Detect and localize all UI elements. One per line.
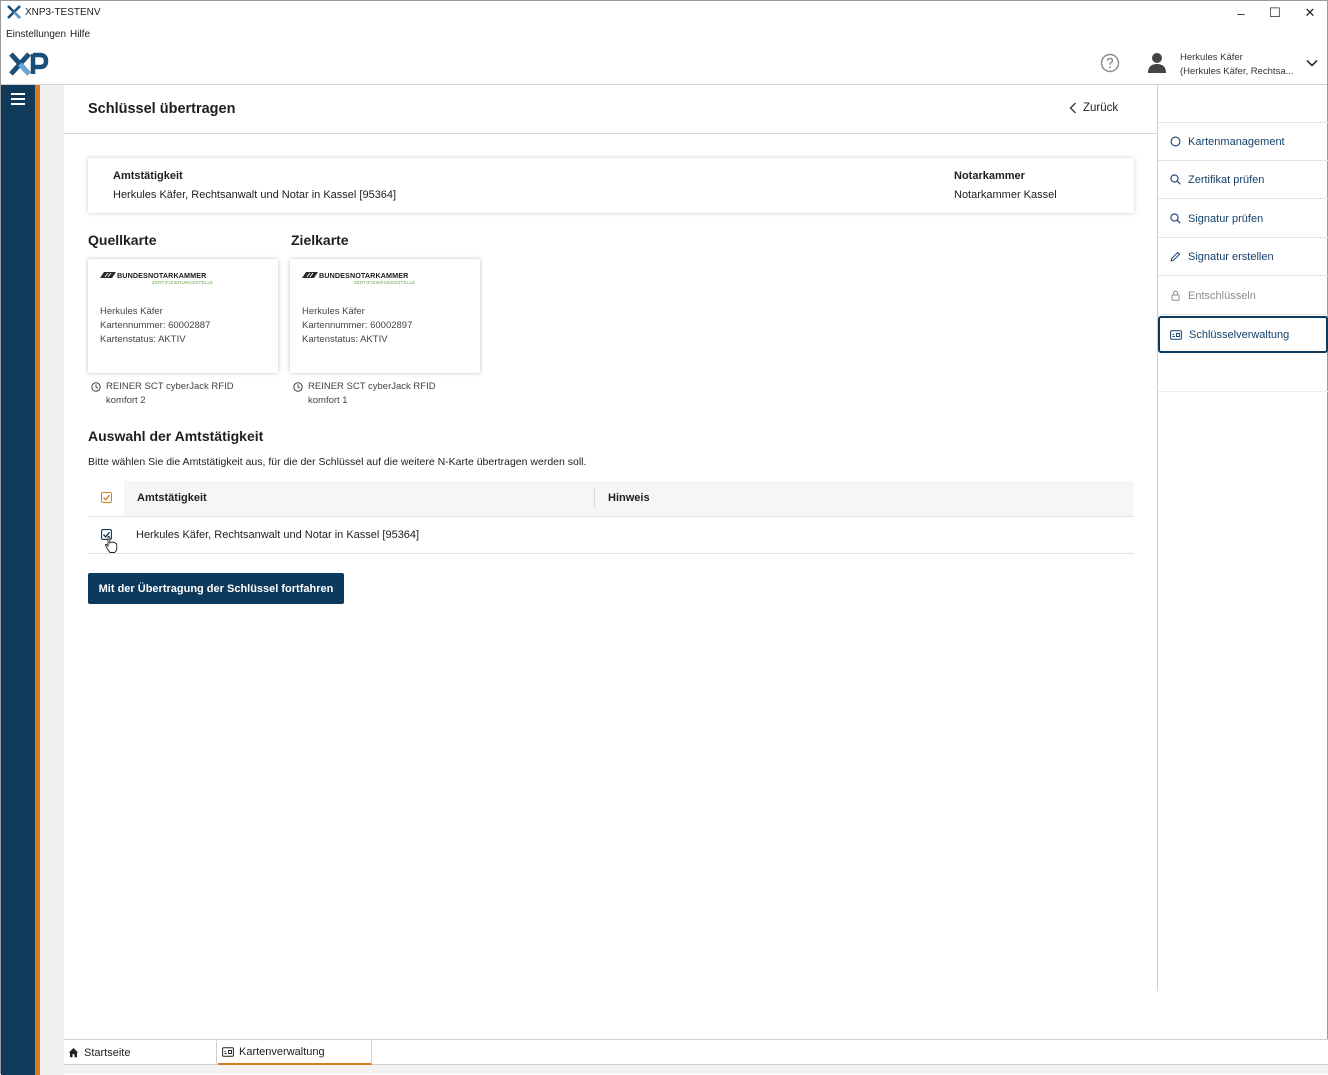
reader-name: REINER SCT cyberJack RFID bbox=[106, 381, 234, 392]
hand-cursor-icon bbox=[105, 535, 118, 553]
selection-heading: Auswahl der Amtstätigkeit bbox=[88, 428, 264, 444]
clock-icon bbox=[91, 382, 101, 392]
left-nav-strip bbox=[1, 85, 35, 1075]
office-label: Amtstätigkeit bbox=[113, 170, 183, 182]
sidebar-item-signatur-erstellen[interactable]: Signatur erstellen bbox=[1158, 238, 1328, 276]
issuer-name: BUNDESNOTARKAMMER bbox=[117, 271, 207, 280]
select-all-checkbox[interactable] bbox=[101, 492, 112, 503]
user-name: Herkules Käfer bbox=[1180, 52, 1243, 63]
bottom-status-strip bbox=[64, 1065, 1328, 1074]
hamburger-menu-icon[interactable] bbox=[11, 93, 25, 105]
source-card-heading: Quellkarte bbox=[88, 232, 157, 248]
tab-label: Startseite bbox=[84, 1046, 131, 1059]
card-icon bbox=[222, 1046, 234, 1057]
clock-icon bbox=[293, 382, 303, 392]
close-icon: ✕ bbox=[1304, 5, 1316, 20]
target-card: BUNDESNOTARKAMMER ZERTIFIZIERUNGSSTELLE … bbox=[290, 259, 480, 373]
sidebar-top-spacer bbox=[1158, 85, 1328, 123]
menu-help[interactable]: Hilfe bbox=[70, 29, 90, 40]
header-rule bbox=[88, 516, 1134, 517]
app-x-icon bbox=[7, 5, 21, 19]
sidebar-empty-row bbox=[1158, 354, 1328, 392]
row-rule bbox=[88, 553, 1134, 554]
office-info-card: Amtstätigkeit Herkules Käfer, Rechtsanwa… bbox=[88, 158, 1134, 213]
bnotk-mark-icon bbox=[302, 272, 318, 278]
user-role: (Herkules Käfer, Rechtsa... bbox=[1180, 66, 1294, 77]
title-divider bbox=[64, 133, 1158, 134]
minimize-button[interactable]: – bbox=[1224, 1, 1258, 25]
reader-name: REINER SCT cyberJack RFID bbox=[308, 381, 436, 392]
card-status: Kartenstatus: AKTIV bbox=[100, 334, 186, 345]
minimize-icon: – bbox=[1237, 5, 1245, 21]
xnp-logo bbox=[9, 52, 49, 76]
card-icon bbox=[1170, 329, 1182, 340]
card-number: Kartennummer: 60002887 bbox=[100, 320, 211, 331]
sidebar-item-kartenmanagement[interactable]: Kartenmanagement bbox=[1158, 123, 1328, 161]
target-card-heading: Zielkarte bbox=[291, 232, 349, 248]
left-gutter bbox=[40, 85, 64, 1075]
card-status: Kartenstatus: AKTIV bbox=[302, 334, 388, 345]
sidebar-item-label: Signatur prüfen bbox=[1188, 212, 1264, 225]
sidebar-item-label: Schlüsselverwaltung bbox=[1189, 328, 1290, 341]
page-title: Schlüssel übertragen bbox=[88, 101, 236, 117]
app-header: Herkules Käfer (Herkules Käfer, Rechtsa.… bbox=[1, 43, 1327, 85]
app-window: XNP3-TESTENV – ☐ ✕ Einstellungen Hilfe H… bbox=[0, 0, 1328, 1075]
help-icon[interactable] bbox=[1100, 53, 1120, 73]
bottom-tab-bar: Startseite Kartenverwaltung bbox=[64, 1039, 1328, 1065]
sidebar-item-zertifikat-pruefen[interactable]: Zertifikat prüfen bbox=[1158, 161, 1328, 199]
tab-startseite[interactable]: Startseite bbox=[64, 1040, 217, 1065]
issuer-subtitle: ZERTIFIZIERUNGSSTELLE bbox=[152, 280, 214, 285]
lock-icon bbox=[1171, 290, 1180, 301]
tab-kartenverwaltung[interactable]: Kartenverwaltung bbox=[218, 1040, 372, 1065]
column-separator bbox=[594, 489, 595, 507]
issuer-subtitle: ZERTIFIZIERUNGSSTELLE bbox=[354, 280, 416, 285]
pen-icon bbox=[1170, 251, 1181, 262]
maximize-icon: ☐ bbox=[1269, 5, 1281, 20]
issuer-name: BUNDESNOTARKAMMER bbox=[319, 271, 409, 280]
chamber-label: Notarkammer bbox=[954, 170, 1025, 182]
column-header-hint[interactable]: Hinweis bbox=[608, 492, 650, 504]
search-icon bbox=[1170, 213, 1181, 224]
sidebar-item-label: Zertifikat prüfen bbox=[1188, 173, 1265, 186]
circle-icon bbox=[1170, 136, 1181, 147]
back-link[interactable]: Zurück bbox=[1069, 102, 1118, 114]
office-value: Herkules Käfer, Rechtsanwalt und Notar i… bbox=[113, 189, 397, 201]
sidebar-item-label: Signatur erstellen bbox=[1188, 250, 1274, 263]
sidebar-item-label: Kartenmanagement bbox=[1188, 135, 1285, 148]
close-button[interactable]: ✕ bbox=[1293, 1, 1327, 25]
card-number: Kartennummer: 60002897 bbox=[302, 320, 413, 331]
menu-bar: Einstellungen Hilfe bbox=[1, 25, 1327, 43]
search-icon bbox=[1170, 174, 1181, 185]
selection-description: Bitte wählen Sie die Amtstätigkeit aus, … bbox=[88, 456, 587, 468]
tab-label: Kartenverwaltung bbox=[239, 1045, 325, 1058]
card-holder: Herkules Käfer bbox=[100, 306, 163, 317]
chamber-value: Notarkammer Kassel bbox=[954, 189, 1057, 201]
continue-transfer-button[interactable]: Mit der Übertragung der Schlüssel fortfa… bbox=[88, 573, 344, 604]
window-title: XNP3-TESTENV bbox=[25, 7, 101, 18]
back-label: Zurück bbox=[1083, 102, 1119, 114]
sidebar-item-label: Entschlüsseln bbox=[1188, 289, 1256, 302]
chevron-left-icon bbox=[1069, 102, 1076, 114]
source-card: BUNDESNOTARKAMMER ZERTIFIZIERUNGSSTELLE … bbox=[88, 259, 278, 373]
maximize-button[interactable]: ☐ bbox=[1258, 1, 1292, 25]
sidebar-item-signatur-pruefen[interactable]: Signatur prüfen bbox=[1158, 200, 1328, 238]
chevron-down-icon[interactable] bbox=[1305, 57, 1319, 69]
title-bar: XNP3-TESTENV – ☐ ✕ bbox=[1, 1, 1327, 25]
card-holder: Herkules Käfer bbox=[302, 306, 365, 317]
sidebar-item-entschluesseln[interactable]: Entschlüsseln bbox=[1158, 277, 1328, 315]
reader-model: komfort 2 bbox=[106, 395, 146, 406]
sidebar-item-schluesselverwaltung[interactable]: Schlüsselverwaltung bbox=[1158, 316, 1328, 353]
row-office-value[interactable]: Herkules Käfer, Rechtsanwalt und Notar i… bbox=[136, 529, 419, 541]
home-icon bbox=[68, 1048, 79, 1058]
column-header-office[interactable]: Amtstätigkeit bbox=[137, 492, 207, 504]
menu-settings[interactable]: Einstellungen bbox=[6, 29, 66, 40]
reader-model: komfort 1 bbox=[308, 395, 348, 406]
issuer-logo: BUNDESNOTARKAMMER ZERTIFIZIERUNGSSTELLE bbox=[302, 270, 442, 288]
issuer-logo: BUNDESNOTARKAMMER ZERTIFIZIERUNGSSTELLE bbox=[100, 270, 240, 288]
bnotk-mark-icon bbox=[100, 272, 116, 278]
table-header: Amtstätigkeit Hinweis bbox=[124, 481, 1134, 516]
user-avatar-icon bbox=[1148, 53, 1166, 73]
